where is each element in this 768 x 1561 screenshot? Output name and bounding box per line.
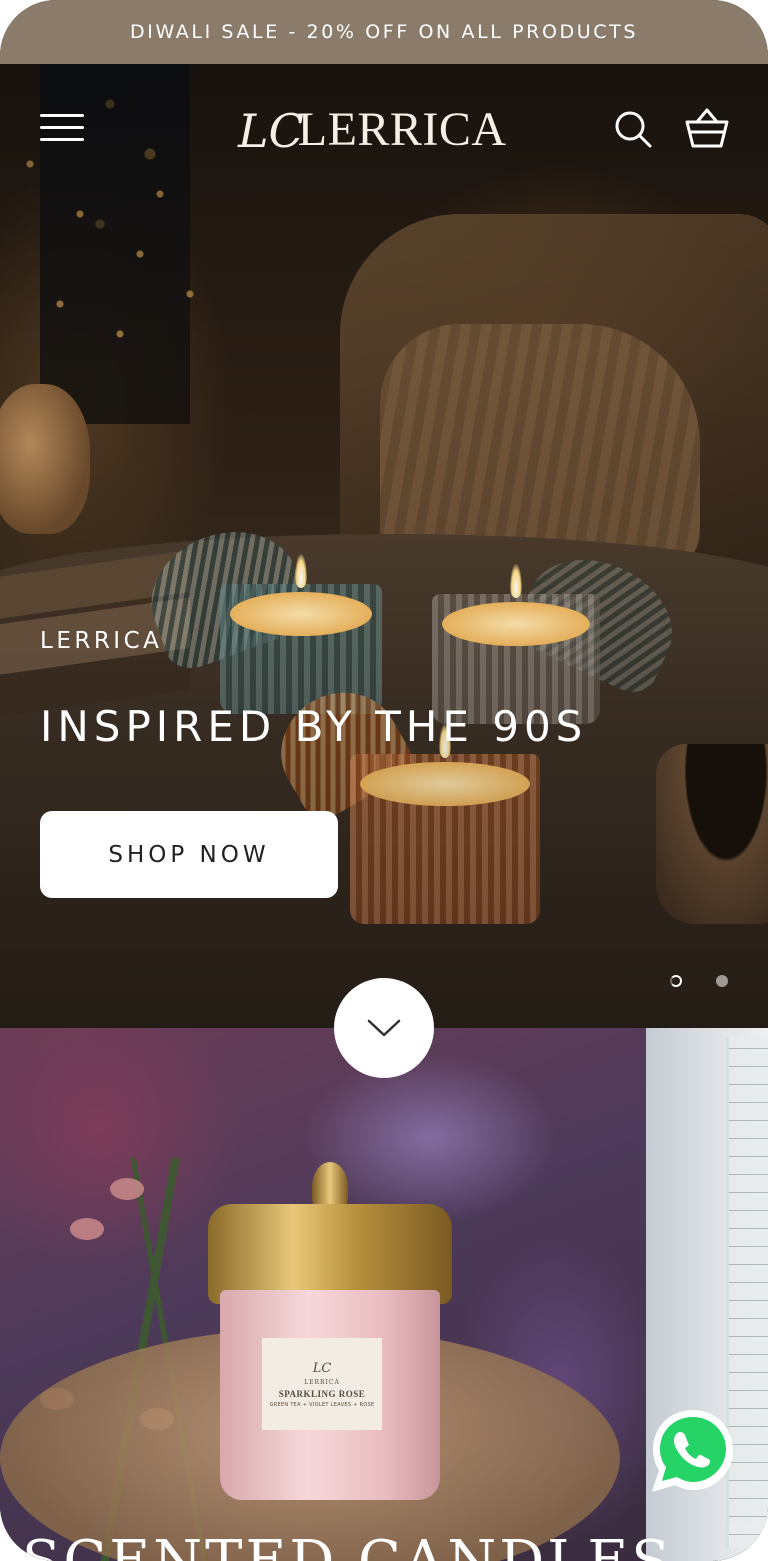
- logo-wordmark: LERRICA: [297, 102, 507, 156]
- logo-monogram: LC: [238, 104, 304, 158]
- jar-lid: [208, 1204, 452, 1304]
- slide-dot[interactable]: [716, 975, 728, 987]
- announcement-bar: DIWALI SALE - 20% OFF ON ALL PRODUCTS: [0, 0, 768, 64]
- flower-bud: [70, 1218, 104, 1240]
- chevron-down-icon: [367, 1019, 401, 1037]
- label-scent-notes: GREEN TEA + VIOLET LEAVES + ROSE: [269, 1401, 375, 1408]
- slide-indicator: [668, 972, 732, 990]
- flower-bud: [110, 1178, 144, 1200]
- menu-button[interactable]: [40, 112, 84, 144]
- shop-now-button[interactable]: SHOP NOW: [40, 811, 338, 898]
- whatsapp-chat-button[interactable]: [646, 1404, 740, 1498]
- label-brand: LERRICA: [304, 1378, 340, 1386]
- announcement-text: DIWALI SALE - 20% OFF ON ALL PRODUCTS: [130, 21, 638, 43]
- shopping-basket-icon: [685, 108, 729, 148]
- slide-dot-active[interactable]: [670, 975, 682, 987]
- site-logo[interactable]: LC LERRICA: [238, 96, 528, 162]
- whatsapp-icon: [652, 1410, 733, 1492]
- cart-button[interactable]: [684, 106, 730, 150]
- search-icon: [615, 111, 652, 148]
- candle-label: LC LERRICA SPARKLING ROSE GREEN TEA + VI…: [262, 1338, 382, 1430]
- hero-eyebrow: LERRICA: [40, 628, 163, 654]
- collection-slide-image[interactable]: LC LERRICA SPARKLING ROSE GREEN TEA + VI…: [0, 1028, 646, 1561]
- label-monogram: LC: [312, 1360, 332, 1376]
- search-button[interactable]: [612, 108, 654, 150]
- page: DIWALI SALE - 20% OFF ON ALL PRODUCTS LC…: [0, 0, 768, 1561]
- hamburger-menu-icon: [40, 114, 84, 117]
- hero-headline: INSPIRED BY THE 90S: [40, 702, 588, 751]
- collection-title: SCENTED CANDLES: [22, 1534, 673, 1561]
- scroll-down-button[interactable]: [334, 978, 434, 1078]
- label-product-name: SPARKLING ROSE: [278, 1388, 366, 1399]
